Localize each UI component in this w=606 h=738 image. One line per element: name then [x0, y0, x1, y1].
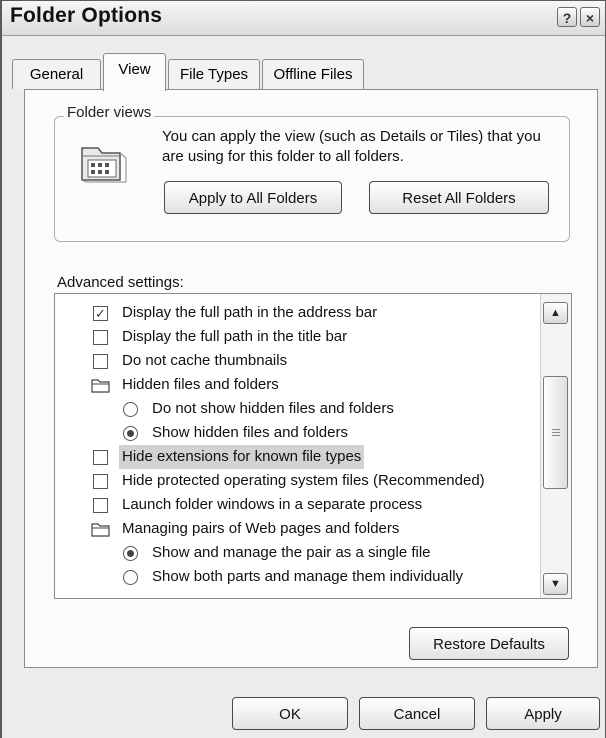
- list-item[interactable]: Show and manage the pair as a single fil…: [149, 541, 434, 565]
- folder-views-label: Folder views: [64, 104, 155, 121]
- list-item-label: Do not show hidden files and folders: [152, 400, 394, 417]
- folder-views-description: You can apply the view (such as Details …: [162, 128, 541, 165]
- checkbox-hide-protected-os-files[interactable]: [93, 474, 108, 489]
- tab-general[interactable]: General: [12, 59, 101, 89]
- list-scrollbar[interactable]: ▲ ▼: [540, 294, 571, 598]
- folder-icon: [81, 147, 127, 183]
- list-item[interactable]: Do not show hidden files and folders: [149, 397, 397, 421]
- help-button[interactable]: ?: [557, 7, 577, 27]
- tab-view[interactable]: View: [103, 53, 166, 91]
- checkbox-launch-separate-process[interactable]: [93, 498, 108, 513]
- advanced-settings-list[interactable]: ✓ Display the full path in the address b…: [54, 293, 572, 599]
- scroll-up-arrow-icon[interactable]: ▲: [543, 302, 568, 324]
- checkbox-display-full-path-title-bar[interactable]: [93, 330, 108, 345]
- list-item-label: Launch folder windows in a separate proc…: [122, 496, 423, 513]
- restore-defaults-button[interactable]: Restore Defaults: [409, 627, 569, 660]
- list-item: Hidden files and folders: [119, 373, 282, 397]
- list-item-label: Do not cache thumbnails: [122, 352, 288, 369]
- list-item-label: Show and manage the pair as a single fil…: [152, 544, 431, 561]
- list-item-label: Show both parts and manage them individu…: [152, 568, 464, 585]
- list-item[interactable]: Display the full path in the address bar: [119, 301, 380, 325]
- list-item: Managing pairs of Web pages and folders: [119, 517, 402, 541]
- list-item[interactable]: Show both parts and manage them individu…: [149, 565, 466, 589]
- title-bar[interactable]: Folder Options ? ×: [2, 1, 605, 36]
- tab-offline-files[interactable]: Offline Files: [262, 59, 364, 89]
- folder-icon: [91, 523, 110, 537]
- list-item-label: Display the full path in the title bar: [122, 328, 348, 345]
- list-item[interactable]: Hide protected operating system files (R…: [119, 469, 488, 493]
- list-item-label: Hide extensions for known file types: [119, 445, 365, 469]
- ok-button[interactable]: OK: [232, 697, 348, 730]
- list-item-label: Hide protected operating system files (R…: [122, 472, 485, 489]
- apply-to-all-folders-button[interactable]: Apply to All Folders: [164, 181, 342, 214]
- grip-line: [552, 432, 560, 433]
- apply-button[interactable]: Apply: [486, 697, 600, 730]
- advanced-settings-label: Advanced settings:: [57, 274, 184, 291]
- checkbox-do-not-cache-thumbnails[interactable]: [93, 354, 108, 369]
- folder-options-window: Folder Options ? × General View File Typ…: [0, 0, 606, 738]
- list-item[interactable]: Launch folder windows in a separate proc…: [119, 493, 425, 517]
- radio-dot-icon: [127, 550, 134, 557]
- scroll-down-arrow-icon[interactable]: ▼: [543, 573, 568, 595]
- window-title: Folder Options: [10, 4, 163, 27]
- scrollbar-thumb[interactable]: [543, 376, 568, 489]
- close-button[interactable]: ×: [580, 7, 600, 27]
- list-item-label: Hidden files and folders: [122, 376, 279, 393]
- grip-line: [552, 429, 560, 430]
- checkbox-hide-extensions[interactable]: [93, 450, 108, 465]
- list-item-selected[interactable]: Hide extensions for known file types: [119, 445, 365, 469]
- radio-dot-icon: [127, 430, 134, 437]
- radio-do-not-show-hidden[interactable]: [123, 402, 138, 417]
- list-item-label: Show hidden files and folders: [152, 424, 348, 441]
- tab-file-types[interactable]: File Types: [168, 59, 260, 89]
- grip-line: [552, 435, 560, 436]
- cancel-button[interactable]: Cancel: [359, 697, 475, 730]
- list-item[interactable]: Show hidden files and folders: [149, 421, 351, 445]
- list-item-label: Managing pairs of Web pages and folders: [122, 520, 400, 537]
- list-item[interactable]: Do not cache thumbnails: [119, 349, 290, 373]
- radio-single-file[interactable]: [123, 546, 138, 561]
- radio-both-parts[interactable]: [123, 570, 138, 585]
- radio-show-hidden[interactable]: [123, 426, 138, 441]
- folder-icon: [91, 379, 110, 393]
- list-item[interactable]: Display the full path in the title bar: [119, 325, 350, 349]
- list-item-label: Display the full path in the address bar: [122, 304, 378, 321]
- reset-all-folders-button[interactable]: Reset All Folders: [369, 181, 549, 214]
- checkbox-display-full-path-address-bar[interactable]: ✓: [93, 306, 108, 321]
